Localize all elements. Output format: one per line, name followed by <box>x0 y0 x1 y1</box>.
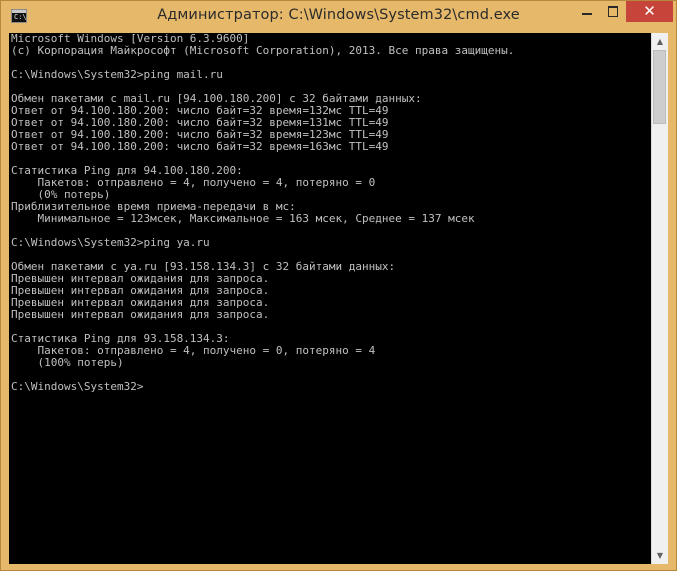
console-line: Минимальное = 123мсек, Максимальное = 16… <box>11 212 475 225</box>
vertical-scrollbar[interactable]: ▲ ▼ <box>651 33 668 564</box>
scroll-up-icon[interactable]: ▲ <box>652 33 668 50</box>
console-output[interactable]: Microsoft Windows [Version 6.3.9600] (c) … <box>9 33 651 564</box>
console-line: C:\Windows\System32>ping mail.ru <box>11 68 223 81</box>
cmd-window: C:\ Администратор: C:\Windows\System32\c… <box>0 0 677 571</box>
console-line: Превышен интервал ожидания для запроса. <box>11 308 270 321</box>
console-line: (c) Корпорация Майкрософт (Microsoft Cor… <box>11 44 515 57</box>
title-bar[interactable]: C:\ Администратор: C:\Windows\System32\c… <box>1 1 676 33</box>
console-line: Ответ от 94.100.180.200: число байт=32 в… <box>11 140 389 153</box>
close-icon: ✕ <box>643 2 656 20</box>
console-line: C:\Windows\System32> <box>11 380 144 393</box>
minimize-button[interactable] <box>574 1 600 22</box>
scroll-down-icon[interactable]: ▼ <box>652 547 668 564</box>
minimize-icon <box>582 13 592 15</box>
console-line: C:\Windows\System32>ping ya.ru <box>11 236 210 249</box>
scroll-thumb[interactable] <box>653 50 666 124</box>
console-line: (100% потерь) <box>11 356 124 369</box>
console-lines: Microsoft Windows [Version 6.3.9600] (c) … <box>9 33 651 393</box>
maximize-icon <box>608 6 618 17</box>
maximize-button[interactable] <box>600 1 626 22</box>
close-button[interactable]: ✕ <box>626 1 673 22</box>
